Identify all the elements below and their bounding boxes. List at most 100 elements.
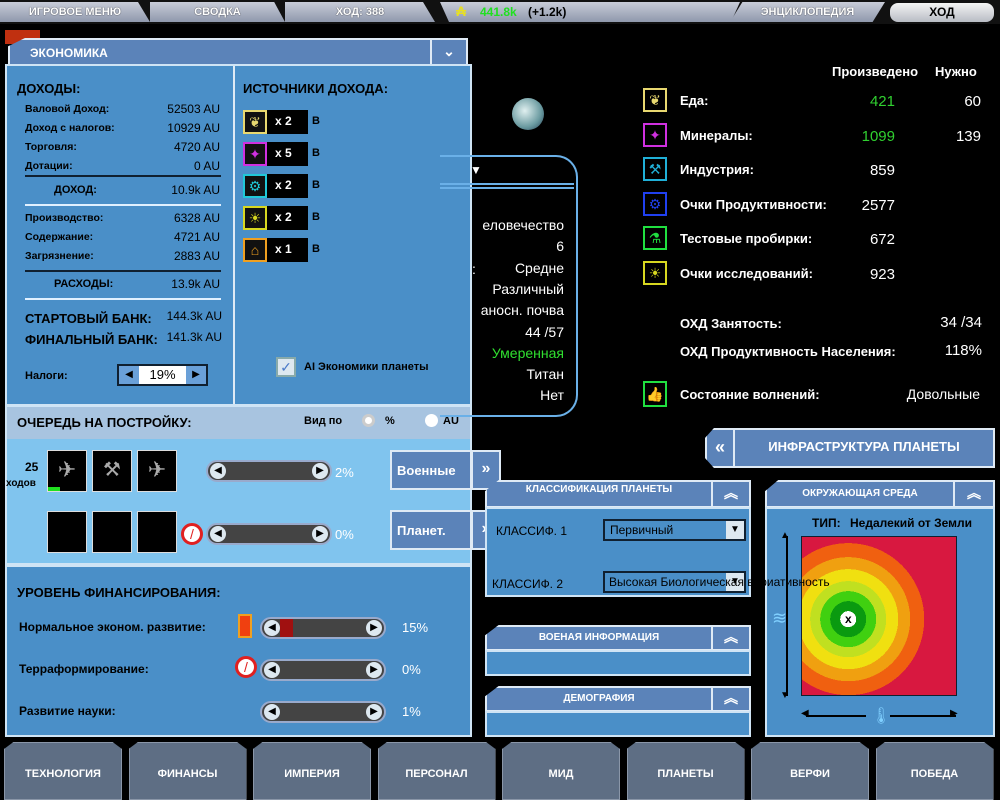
flask-icon: ⚗ [643, 226, 667, 251]
infrastructure-button[interactable]: ИНФРАСТРУКТУРА ПЛАНЕТЫ [733, 428, 995, 468]
arrow-left-icon[interactable]: ◀ [264, 662, 280, 678]
income-label: Торговля: [25, 141, 77, 153]
bottom-tab[interactable]: ФИНАНСЫ [128, 742, 247, 800]
collapse-environment-button[interactable]: ︽ [953, 480, 995, 508]
funding-label: Терраформирование: [19, 662, 149, 676]
summary-tab[interactable]: СВОДКА [150, 2, 285, 22]
income-total-label: ДОХОД: [54, 184, 97, 196]
classification-title: КЛАССИФИКАЦИЯ ПЛАНЕТЫ [485, 480, 713, 508]
income-total-value: 10.9k AU [171, 183, 220, 197]
income-source-row: ⚙ x 2 [243, 174, 308, 198]
planet-queue-slider[interactable]: ◀ ▶ [206, 523, 332, 545]
increase-tax-button[interactable]: ▶ [186, 366, 206, 384]
collapse-economy-button[interactable]: ⌄ [430, 38, 468, 66]
view-au-radio[interactable] [425, 414, 438, 427]
economy-title: ЭКОНОМИКА [8, 38, 432, 66]
start-bank-value: 144.3k AU [166, 309, 222, 323]
gear-icon: ⚙ [643, 191, 667, 216]
resource-label: Минералы: [680, 127, 753, 143]
planet-button[interactable]: Планет. [390, 510, 472, 550]
bottom-tab[interactable]: ПЕРСОНАЛ [377, 742, 496, 800]
funding-slider[interactable]: ◀ ▶ [260, 617, 386, 639]
dropdown-arrow-icon[interactable]: ▼ [726, 521, 744, 539]
resource-label: Индустрия: [680, 162, 754, 178]
resource-label: Очки исследований: [680, 266, 813, 281]
income-value: 10929 AU [167, 121, 220, 135]
class1-value: Первичный [610, 523, 674, 537]
arrow-left-icon[interactable]: ◀ [264, 704, 280, 720]
arrow-right-icon[interactable]: ▶ [366, 704, 382, 720]
expand-demography-button[interactable]: ︽ [711, 686, 751, 712]
divider [233, 66, 235, 404]
arrow-right-icon[interactable]: ▶ [366, 620, 382, 636]
expense-total-value: 13.9k AU [171, 277, 220, 291]
bottom-tab[interactable]: ТЕХНОЛОГИЯ [4, 742, 122, 800]
encyclopedia-tab[interactable]: ЭНЦИКЛОПЕДИЯ [730, 2, 885, 22]
ship-slot-3[interactable]: ✈ [137, 450, 177, 492]
expense-value: 4721 AU [173, 230, 220, 244]
treasury-display: ₳ 441.8k (+1.2k) [440, 2, 740, 22]
arrow-left-icon[interactable]: ◀ [210, 463, 226, 479]
bottom-tab[interactable]: ПЛАНЕТЫ [626, 742, 745, 800]
ship-slot-2[interactable]: ⚒ [92, 450, 132, 492]
bottom-tab[interactable]: ПОБЕДА [875, 742, 994, 800]
class1-select[interactable]: Первичный ▼ [603, 519, 746, 541]
planet-globe-icon[interactable] [512, 98, 544, 130]
infrastructure-expand-button[interactable]: « [705, 428, 735, 468]
productivity-value: 118% [944, 342, 982, 359]
divider [25, 270, 221, 272]
planet-slot-1[interactable] [47, 511, 87, 553]
collapse-classification-button[interactable]: ︽ [711, 480, 751, 508]
arrow-left-icon[interactable]: ◀ [210, 526, 226, 542]
military-button[interactable]: Военные [390, 450, 472, 490]
arrow-right-icon: ▶ [950, 708, 958, 719]
source-suffix: B [312, 179, 320, 191]
resource-produced: 2577 [861, 196, 895, 214]
expense-label: Загрязнение: [25, 250, 94, 262]
lightbulb-icon: ☀ [243, 206, 267, 230]
arrow-right-icon[interactable]: ▶ [312, 526, 328, 542]
funding-label: Развитие науки: [19, 704, 116, 718]
tax-stepper[interactable]: ◀ 19% ▶ [117, 364, 208, 386]
tax-label: Налоги: [25, 370, 68, 382]
funding-slider[interactable]: ◀ ▶ [260, 701, 386, 723]
summary-label: СВОДКА [194, 6, 241, 18]
source-suffix: B [312, 211, 320, 223]
double-chevron-up-icon: ︽ [724, 629, 738, 645]
resource-produced: 672 [869, 231, 895, 249]
bottom-tab[interactable]: ИМПЕРИЯ [253, 742, 371, 800]
military-info-title: ВОЕНАЯ ИНФОРМАЦИЯ [485, 625, 713, 651]
arrow-left-icon[interactable]: ◀ [264, 620, 280, 636]
view-percent-radio[interactable] [362, 414, 375, 427]
temperature-axis [890, 715, 956, 717]
ai-economy-checkbox[interactable]: ✓ [276, 357, 296, 377]
top-bar: ИГРОВОЕ МЕНЮ СВОДКА ХОД: 388 ₳ 441.8k (+… [0, 0, 1000, 24]
temperature-axis [806, 715, 866, 717]
decrease-tax-button[interactable]: ◀ [119, 366, 139, 384]
planet-slot-2[interactable] [92, 511, 132, 553]
source-multiplier: x 2 [275, 114, 292, 128]
bottom-tab[interactable]: ВЕРФИ [751, 742, 869, 800]
resource-row: ⚗ Тестовые пробирки: 672 [643, 226, 988, 252]
funding-value: 0% [402, 662, 421, 677]
planet-info-box: ▼ еловечество 6 Средне Различный аносн. почв… [440, 155, 578, 417]
end-turn-button[interactable]: ХОД [890, 3, 994, 22]
planet-info-value: Титан [526, 366, 564, 383]
game-menu-tab[interactable]: ИГРОВОЕ МЕНЮ [0, 2, 150, 22]
resource-produced: 1099 [861, 127, 895, 145]
ship-slot-1[interactable]: ✈ [47, 450, 87, 492]
arrow-right-icon[interactable]: ▶ [312, 463, 328, 479]
view-percent-label: % [385, 415, 395, 427]
arrow-right-icon[interactable]: ▶ [366, 662, 382, 678]
class2-value: Высокая Биологическая вариативность [609, 575, 830, 589]
planet-info-value: 6 [556, 238, 564, 255]
income-label: Доход с налогов: [25, 122, 115, 134]
resource-produced: 421 [869, 93, 895, 110]
military-queue-slider[interactable]: ◀ ▶ [206, 460, 332, 482]
expand-military-info-button[interactable]: ︽ [711, 625, 751, 651]
funding-slider[interactable]: ◀ ▶ [260, 659, 386, 681]
expense-total-label: РАСХОДЫ: [54, 278, 114, 290]
bottom-tab[interactable]: МИД [502, 742, 620, 800]
habitability-chart: x [801, 536, 957, 696]
planet-slot-3[interactable] [137, 511, 177, 553]
